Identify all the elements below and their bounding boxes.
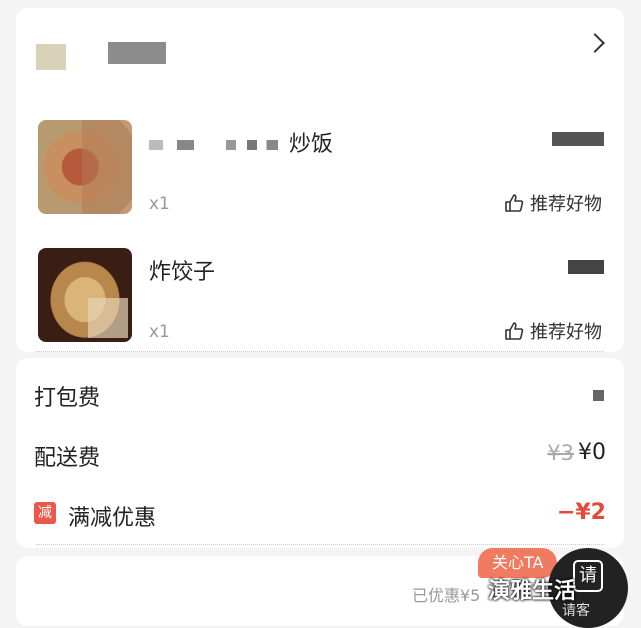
treat-icon: 请: [573, 560, 603, 592]
packing-fee-row: 打包费: [16, 374, 624, 414]
shop-logo-blurred: [36, 44, 66, 70]
item-name: 炸饺子: [149, 260, 216, 285]
delivery-fee-label: 配送费: [34, 446, 101, 471]
item-price-blurred: [568, 260, 604, 274]
savings-text: 已优惠¥5: [412, 586, 481, 605]
thumbs-up-icon: [505, 322, 524, 340]
discount-label: 满减优惠: [68, 506, 157, 531]
order-item: 炒饭 x1 推荐好物: [16, 120, 624, 230]
item-name-blurred: [149, 140, 289, 150]
delivery-fee-value: ¥3 ¥0: [547, 440, 606, 465]
recommend-label: 推荐好物: [530, 194, 602, 215]
item-name: 炒饭: [149, 126, 333, 158]
watermark: 演雅生活: [488, 579, 577, 604]
discount-row: 减 满减优惠 −¥2: [16, 494, 624, 534]
shop-name-blurred: [108, 42, 166, 64]
fees-card: 打包费 配送费 ¥3 ¥0 减 满减优惠 −¥2: [16, 358, 624, 548]
divider: [36, 351, 604, 352]
recommend-label: 推荐好物: [530, 322, 602, 343]
shop-header[interactable]: [16, 8, 624, 98]
delivery-fee-row: 配送费 ¥3 ¥0: [16, 434, 624, 474]
item-quantity: x1: [149, 194, 170, 214]
item-price-blurred: [552, 132, 604, 146]
packing-fee-label: 打包费: [34, 386, 101, 411]
order-item: 炸饺子 x1 推荐好物: [16, 248, 624, 358]
order-card: 炒饭 x1 推荐好物 炸饺子 x1 推荐好物: [16, 8, 624, 352]
chevron-right-icon[interactable]: [585, 33, 605, 53]
recommend-button[interactable]: 推荐好物: [504, 190, 602, 216]
discount-value: −¥2: [556, 500, 606, 525]
delivery-fee-original: ¥3: [547, 440, 574, 465]
fried-dumplings-image: [38, 248, 132, 342]
delivery-fee-current: ¥0: [578, 440, 606, 465]
recommend-button[interactable]: 推荐好物: [504, 318, 602, 344]
item-quantity: x1: [149, 322, 170, 342]
thumbs-up-icon: [505, 194, 524, 212]
packing-fee-blurred: [593, 390, 604, 401]
divider: [36, 544, 604, 545]
discount-tag: 减: [34, 502, 56, 524]
item-name-suffix: 炒饭: [289, 132, 334, 157]
fried-rice-image: [38, 120, 132, 214]
